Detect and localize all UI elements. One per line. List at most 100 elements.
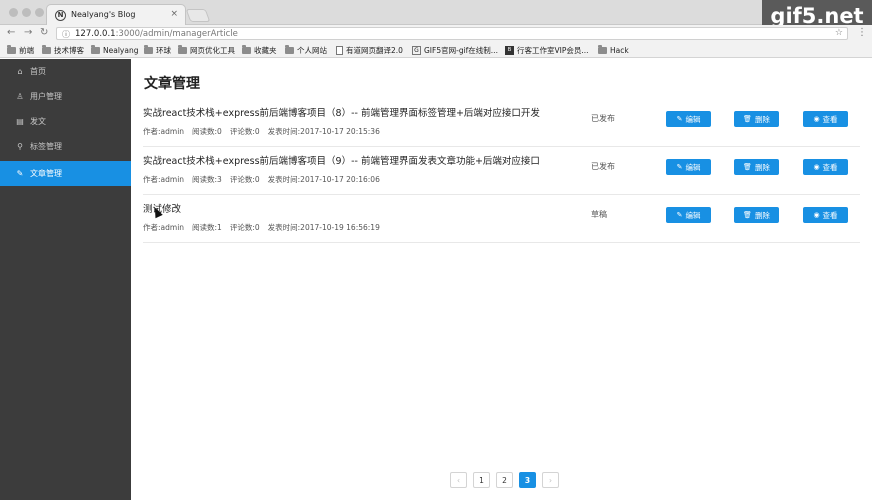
- bookmark-item[interactable]: Nealyang: [91, 44, 138, 56]
- view-button[interactable]: ◉ 查看: [803, 159, 848, 175]
- article-time: 发表时间:2017-10-17 20:16:06: [267, 175, 380, 184]
- sidebar-item-label: 发文: [30, 117, 46, 126]
- bookmark-item[interactable]: 收藏夹: [242, 44, 277, 56]
- delete-button[interactable]: 🗑 删除: [734, 207, 779, 223]
- page-button-1[interactable]: 1: [473, 472, 490, 488]
- zoom-window-button[interactable]: [35, 8, 44, 17]
- url-host: 127.0.0.1: [75, 29, 116, 39]
- bookmark-item[interactable]: 个人网站: [285, 44, 327, 56]
- bookmark-label: Hack: [610, 45, 629, 55]
- article-reads: 阅读数:0: [192, 127, 222, 136]
- edit-icon: ✎: [676, 163, 683, 171]
- prev-page-button[interactable]: ‹: [450, 472, 467, 488]
- bookmark-item[interactable]: Hack: [598, 44, 629, 56]
- site-favicon-icon: N: [55, 10, 66, 21]
- page-button-3[interactable]: 3: [519, 472, 536, 488]
- reload-icon[interactable]: ↻: [40, 27, 48, 38]
- edit-button-label: 编辑: [685, 162, 701, 172]
- bookmarks-bar: 前端 技术博客 Nealyang 环球 网页优化工具 收藏夹 个人网站 有道网页…: [0, 42, 872, 58]
- article-reads: 阅读数:1: [192, 223, 222, 232]
- sidebar: ⌂ 首页 ♙ 用户管理 ▤ 发文 ⚲ 标签管理 ✎ 文章管理: [0, 59, 131, 500]
- bookmark-item[interactable]: 技术博客: [42, 44, 84, 56]
- article-row: 实战react技术栈+express前后端博客项目（8）-- 前端管理界面标签管…: [143, 99, 860, 147]
- file-icon: ▤: [16, 117, 24, 126]
- article-row: 测试修改 作者:admin 阅读数:1 评论数:0 发表时间:2017-10-1…: [143, 195, 860, 243]
- tab-close-icon[interactable]: ×: [170, 9, 178, 19]
- edit-button[interactable]: ✎ 编辑: [666, 159, 711, 175]
- url-path: :3000/admin/managerArticle: [115, 29, 238, 39]
- article-reads: 阅读数:3: [192, 175, 222, 184]
- browser-tab[interactable]: N Nealyang's Blog ×: [46, 4, 186, 26]
- sidebar-item-users[interactable]: ♙ 用户管理: [0, 84, 131, 109]
- status-badge: 草稿: [591, 210, 607, 219]
- sidebar-item-post[interactable]: ▤ 发文: [0, 109, 131, 134]
- page-title: 文章管理: [144, 76, 200, 92]
- folder-icon: [178, 44, 187, 54]
- pagination: ‹ 1 2 3 ›: [450, 472, 559, 488]
- browser-menu-icon[interactable]: ⋮: [857, 27, 867, 38]
- bookmark-item[interactable]: 前端: [7, 44, 34, 56]
- url-text: 127.0.0.1:3000/admin/managerArticle: [75, 29, 238, 39]
- bookmark-item[interactable]: 有道网页翻译2.0: [336, 44, 403, 56]
- bookmark-label: Nealyang: [103, 45, 139, 55]
- next-page-button[interactable]: ›: [542, 472, 559, 488]
- article-time: 发表时间:2017-10-19 16:56:19: [267, 223, 380, 232]
- trash-icon: 🗑: [743, 211, 752, 219]
- g-icon: G: [412, 45, 421, 55]
- edit-button[interactable]: ✎ 编辑: [666, 111, 711, 127]
- view-button-label: 查看: [822, 210, 838, 220]
- page-button-2[interactable]: 2: [496, 472, 513, 488]
- bookmark-label: 收藏夹: [254, 45, 277, 55]
- bookmark-label: 有道网页翻译2.0: [346, 45, 403, 55]
- sidebar-item-label: 文章管理: [30, 169, 62, 178]
- url-input[interactable]: ⓘ 127.0.0.1:3000/admin/managerArticle ☆: [56, 27, 848, 40]
- eye-icon: ◉: [813, 211, 820, 219]
- article-comments: 评论数:0: [229, 175, 260, 184]
- folder-icon: [42, 44, 51, 54]
- page-icon: [336, 45, 343, 55]
- view-button[interactable]: ◉ 查看: [803, 111, 848, 127]
- home-icon: ⌂: [17, 67, 23, 76]
- folder-icon: [285, 44, 294, 54]
- article-title[interactable]: 实战react技术栈+express前后端博客项目（9）-- 前端管理界面发表文…: [143, 153, 540, 167]
- article-author: 作者:admin: [143, 223, 185, 232]
- bookmark-star-icon[interactable]: ☆: [835, 28, 843, 38]
- status-badge: 已发布: [591, 114, 615, 123]
- bookmark-item[interactable]: 环球: [144, 44, 171, 56]
- sidebar-item-tags[interactable]: ⚲ 标签管理: [0, 134, 131, 159]
- edit-button-label: 编辑: [685, 210, 701, 220]
- status-badge: 已发布: [591, 162, 615, 171]
- delete-button[interactable]: 🗑 删除: [734, 111, 779, 127]
- delete-button-label: 删除: [754, 162, 770, 172]
- sidebar-item-home[interactable]: ⌂ 首页: [0, 59, 131, 84]
- minimize-window-button[interactable]: [22, 8, 31, 17]
- article-comments: 评论数:0: [229, 223, 260, 232]
- sidebar-item-label: 首页: [30, 67, 46, 76]
- info-icon[interactable]: ⓘ: [62, 29, 70, 40]
- bookmark-item[interactable]: 网页优化工具: [178, 44, 235, 56]
- new-tab-button[interactable]: [185, 9, 211, 22]
- forward-arrow-icon[interactable]: →: [24, 27, 32, 38]
- article-time: 发表时间:2017-10-17 20:15:36: [267, 127, 380, 136]
- article-title[interactable]: 实战react技术栈+express前后端博客项目（8）-- 前端管理界面标签管…: [143, 105, 540, 119]
- folder-icon: [144, 44, 153, 54]
- sidebar-item-label: 用户管理: [30, 92, 62, 101]
- article-meta: 作者:admin 阅读数:3 评论数:0 发表时间:2017-10-17 20:…: [143, 174, 380, 185]
- edit-icon: ✎: [676, 211, 683, 219]
- delete-button-label: 删除: [754, 114, 770, 124]
- sidebar-item-articles[interactable]: ✎ 文章管理: [0, 161, 131, 186]
- close-window-button[interactable]: [9, 8, 18, 17]
- delete-button[interactable]: 🗑 删除: [734, 159, 779, 175]
- bookmark-item[interactable]: G GIF5官网-gif在线制...: [412, 44, 498, 56]
- bookmark-item[interactable]: B 行客工作室VIP会员...: [505, 44, 589, 56]
- b-icon: B: [505, 45, 514, 55]
- folder-icon: [91, 44, 100, 54]
- bookmark-label: 个人网站: [297, 45, 327, 55]
- article-row: 实战react技术栈+express前后端博客项目（9）-- 前端管理界面发表文…: [143, 147, 860, 195]
- eye-icon: ◉: [813, 163, 820, 171]
- back-arrow-icon[interactable]: ←: [7, 27, 15, 38]
- article-comments: 评论数:0: [229, 127, 260, 136]
- view-button[interactable]: ◉ 查看: [803, 207, 848, 223]
- edit-button[interactable]: ✎ 编辑: [666, 207, 711, 223]
- bookmark-label: 网页优化工具: [190, 45, 235, 55]
